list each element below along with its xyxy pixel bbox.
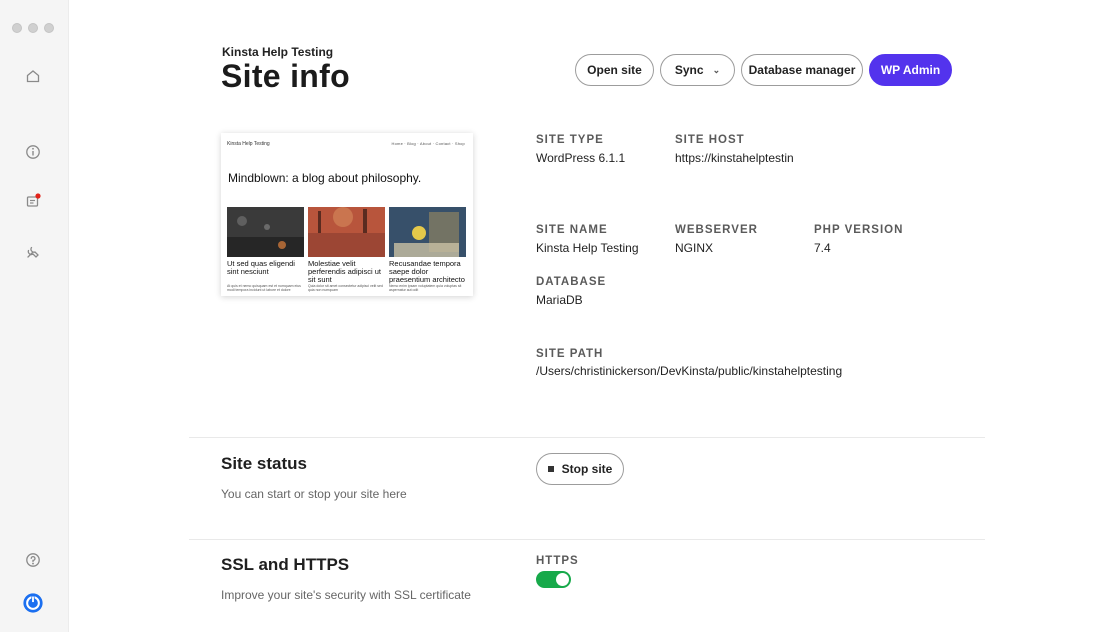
site-preview-thumbnail[interactable]: Kinsta Help Testing Home · Blog · About …	[221, 133, 473, 296]
toggle-knob	[556, 573, 569, 586]
site-name-value: Kinsta Help Testing	[536, 241, 639, 255]
site-status-title: Site status	[221, 454, 307, 473]
sites-icon[interactable]	[22, 190, 44, 212]
preview-post-title: Recusandae tempora saepe dolor praesenti…	[389, 259, 465, 284]
chevron-down-icon: ⌄	[712, 64, 721, 75]
window-minimize-dot[interactable]	[28, 23, 38, 33]
preview-post-excerpt: At quis et nemo quisquam est et numquam …	[227, 284, 301, 292]
help-icon[interactable]	[22, 549, 44, 571]
stop-site-button[interactable]: Stop site	[536, 453, 624, 485]
ssl-title: SSL and HTTPS	[221, 555, 350, 574]
site-host-label: SITE HOST	[675, 134, 745, 146]
sync-button[interactable]: Sync ⌄	[660, 54, 735, 86]
sidebar	[0, 0, 69, 632]
database-value: MariaDB	[536, 293, 583, 307]
site-status-description: You can start or stop your site here	[221, 487, 407, 501]
site-path-label: SITE PATH	[536, 348, 604, 360]
preview-post-title: Molestiae velit perferendis adipisci ut …	[308, 259, 381, 284]
preview-post-excerpt: Nemo enim ipsam voluptatem quia voluptas…	[389, 284, 462, 292]
site-type-value: WordPress 6.1.1	[536, 151, 626, 165]
preview-post-title: Ut sed quas eligendi sint nesciunt	[227, 259, 295, 276]
site-type-label: SITE TYPE	[536, 134, 604, 146]
database-manager-button[interactable]: Database manager	[741, 54, 863, 86]
section-divider	[189, 437, 985, 438]
window-maximize-dot[interactable]	[44, 23, 54, 33]
kinsta-logo-icon[interactable]	[21, 591, 45, 615]
notification-badge	[35, 193, 41, 199]
stop-site-label: Stop site	[561, 462, 613, 476]
php-version-label: PHP VERSION	[814, 224, 904, 236]
info-icon[interactable]	[22, 141, 44, 163]
site-host-value[interactable]: https://kinstahelptestin	[675, 151, 794, 165]
webserver-value: NGINX	[675, 241, 714, 255]
preview-post-image	[308, 207, 385, 257]
php-version-value: 7.4	[814, 241, 831, 255]
site-name-label: SITE NAME	[536, 224, 608, 236]
open-site-button[interactable]: Open site	[575, 54, 654, 86]
preview-post-image	[389, 207, 466, 257]
preview-nav: Home · Blog · About · Contact · Shop	[391, 141, 465, 146]
sync-label: Sync	[674, 63, 704, 77]
preview-headline: Mindblown: a blog about philosophy.	[228, 171, 422, 185]
section-divider	[189, 539, 985, 540]
site-path-value: /Users/christinickerson/DevKinsta/public…	[536, 364, 843, 378]
preview-post-image	[227, 207, 304, 257]
page-title: Site info	[221, 58, 350, 94]
webserver-label: WEBSERVER	[675, 224, 758, 236]
breadcrumb: Kinsta Help Testing	[222, 45, 334, 59]
https-label: HTTPS	[536, 555, 579, 567]
tools-icon[interactable]	[22, 241, 44, 263]
ssl-description: Improve your site's security with SSL ce…	[221, 588, 471, 602]
main-content: Kinsta Help Testing Site info Open site …	[69, 0, 1100, 632]
home-icon[interactable]	[22, 65, 44, 87]
stop-icon	[547, 466, 554, 472]
preview-post-excerpt: Quia dolor sit amet consectetur adipisci…	[308, 284, 383, 292]
wp-admin-button[interactable]: WP Admin	[869, 54, 952, 86]
window-close-dot[interactable]	[12, 23, 22, 33]
preview-site-title: Kinsta Help Testing	[227, 141, 270, 147]
https-toggle[interactable]	[536, 571, 571, 588]
database-label: DATABASE	[536, 276, 607, 288]
